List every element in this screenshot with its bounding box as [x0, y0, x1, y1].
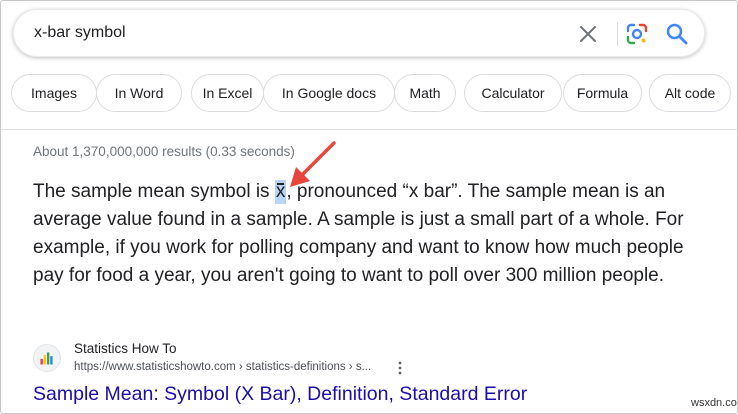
result-source[interactable]: Statistics How To https://www.statistics… [33, 341, 633, 377]
result-stats: About 1,370,000,000 results (0.33 second… [33, 144, 295, 159]
featured-snippet: The sample mean symbol is x, pronounced … [33, 178, 713, 290]
google-lens-icon[interactable] [624, 21, 650, 47]
search-icon[interactable] [664, 21, 690, 47]
chip-images[interactable]: Images [11, 74, 97, 112]
more-vert-icon[interactable] [395, 360, 405, 376]
site-favicon-icon [33, 344, 61, 372]
page-frame: x-bar symbol Images In Word In Excel In … [0, 0, 738, 414]
chip-alt-code[interactable]: Alt code [649, 74, 731, 112]
search-box[interactable]: x-bar symbol [13, 9, 705, 57]
chip-in-google-docs[interactable]: In Google docs [263, 74, 395, 112]
chip-math[interactable]: Math [394, 74, 456, 112]
chip-formula[interactable]: Formula [563, 74, 642, 112]
search-divider [617, 22, 618, 46]
overbar [276, 183, 285, 185]
chip-calculator[interactable]: Calculator [464, 74, 562, 112]
xbar-symbol: x [274, 180, 287, 204]
source-name[interactable]: Statistics How To [74, 341, 177, 356]
chip-in-word[interactable]: In Word [96, 74, 182, 112]
chip-in-excel[interactable]: In Excel [191, 74, 264, 112]
search-input[interactable]: x-bar symbol [34, 24, 126, 42]
result-title-link[interactable]: Sample Mean: Symbol (X Bar), Definition,… [33, 383, 527, 406]
source-url[interactable]: https://www.statisticshowto.com › statis… [74, 361, 371, 373]
snippet-text-before: The sample mean symbol is [33, 181, 275, 202]
close-icon[interactable] [576, 22, 600, 46]
watermark: wsxdn.com [691, 397, 737, 409]
chips-divider [1, 129, 737, 130]
